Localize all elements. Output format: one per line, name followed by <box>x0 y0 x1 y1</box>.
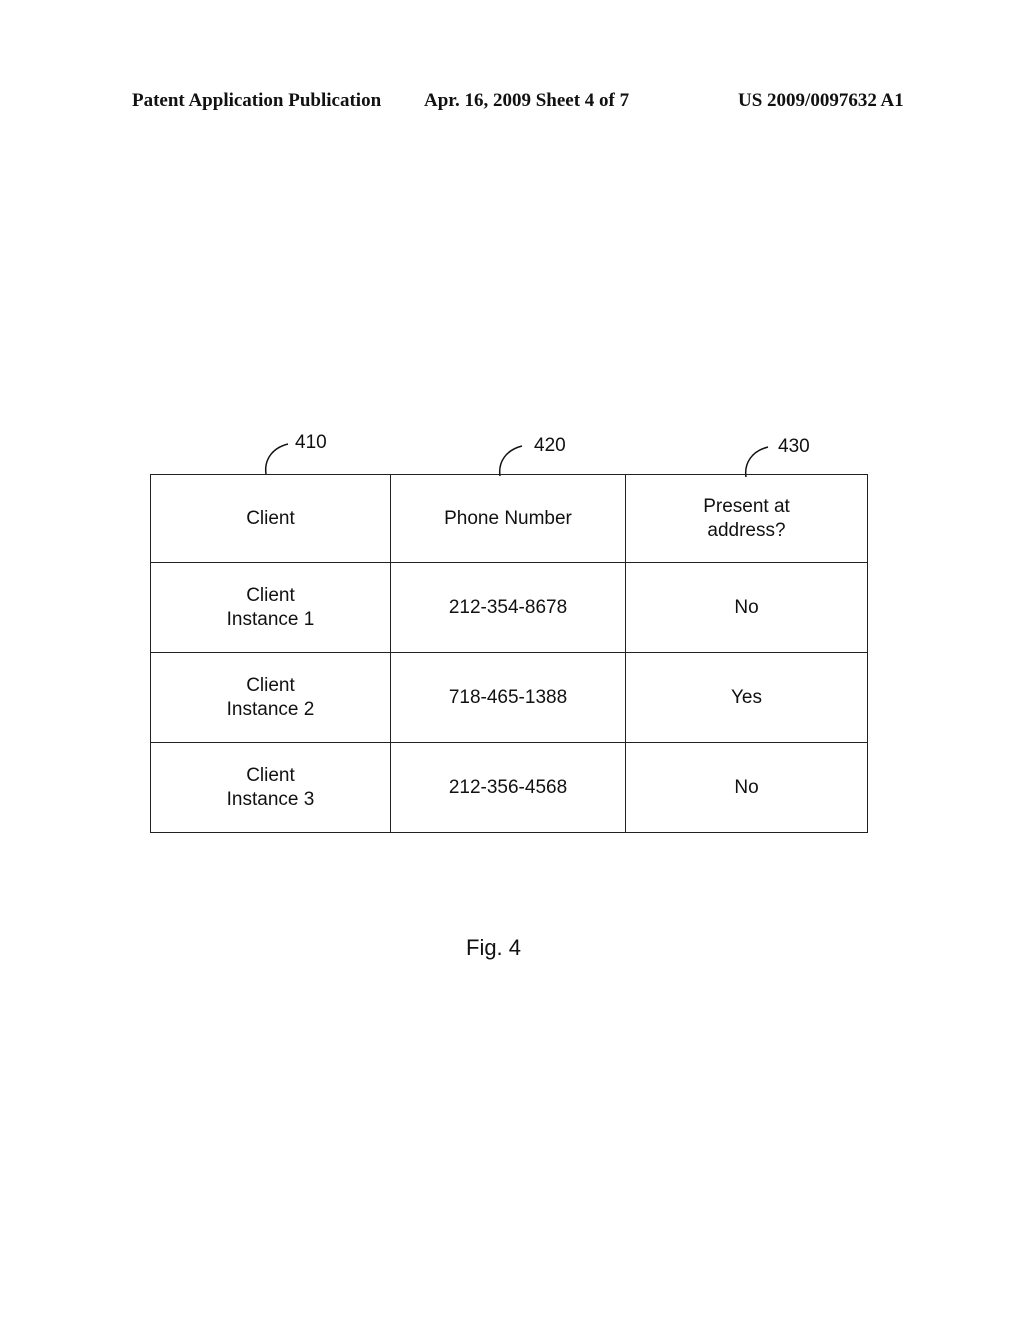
reference-label-430: 430 <box>778 436 810 457</box>
table-row: Client Instance 1 212-354-8678 No <box>150 562 868 653</box>
cell-client: Client Instance 1 <box>150 562 391 653</box>
publication-type: Patent Application Publication <box>132 90 382 111</box>
publication-number: US 2009/0097632 A1 <box>738 90 904 111</box>
header-text: Client <box>246 507 295 529</box>
cell-present: Yes <box>625 652 868 743</box>
header-text-line-2: address? <box>707 519 786 541</box>
header-text-line-1: Present at <box>703 495 790 517</box>
page-header: Patent Application Publication Apr. 16, … <box>132 90 904 114</box>
client-line-2: Instance 2 <box>226 698 315 720</box>
reference-label-410: 410 <box>295 432 327 453</box>
cell-present: No <box>625 742 868 833</box>
figure-caption: Fig. 4 <box>466 935 522 960</box>
cell-client: Client Instance 3 <box>150 742 391 833</box>
table-header-row: Client Phone Number Present at address? <box>150 474 868 563</box>
client-table: Client Phone Number Present at address? … <box>150 474 868 833</box>
table-row: Client Instance 3 212-356-4568 No <box>150 742 868 833</box>
cell-client: Client Instance 2 <box>150 652 391 743</box>
client-line-1: Client <box>246 584 295 606</box>
reference-label-420: 420 <box>534 435 566 456</box>
header-text: Phone Number <box>444 507 572 529</box>
client-line-2: Instance 1 <box>226 608 315 630</box>
cell-present: No <box>625 562 868 653</box>
cell-phone: 212-356-4568 <box>390 742 626 833</box>
client-line-2: Instance 3 <box>226 788 315 810</box>
table-row: Client Instance 2 718-465-1388 Yes <box>150 652 868 743</box>
column-header-client: Client <box>150 474 391 563</box>
cell-phone: 718-465-1388 <box>390 652 626 743</box>
column-header-phone-number: Phone Number <box>390 474 626 563</box>
cell-phone: 212-354-8678 <box>390 562 626 653</box>
publication-date-sheet: Apr. 16, 2009 Sheet 4 of 7 <box>424 90 630 111</box>
client-line-1: Client <box>246 764 295 786</box>
client-line-1: Client <box>246 674 295 696</box>
column-header-present-at-address: Present at address? <box>625 474 868 563</box>
